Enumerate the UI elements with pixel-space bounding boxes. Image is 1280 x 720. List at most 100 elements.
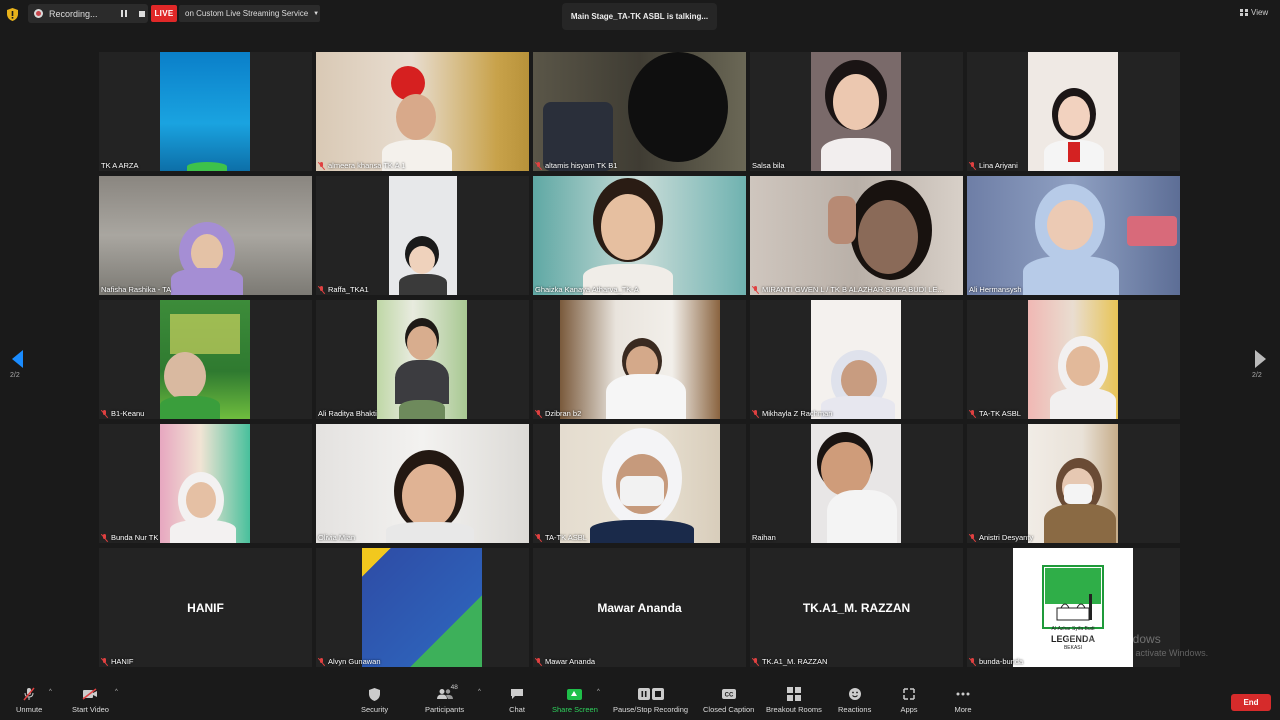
recording-control-label: Pause/Stop Recording — [613, 705, 689, 714]
start-video-button[interactable]: Start Video — [72, 686, 109, 714]
participant-tile[interactable]: Anistri Desyanty — [967, 424, 1180, 543]
participant-tile[interactable]: Raihan — [750, 424, 963, 543]
participant-name: TK A ARZA — [101, 161, 139, 170]
apps-button[interactable]: Apps — [899, 686, 919, 714]
participant-tile[interactable]: Ali Hermansysh — [967, 176, 1180, 295]
pause-icon[interactable] — [121, 10, 127, 17]
participant-tile[interactable]: Mikhayla Z Rachman — [750, 300, 963, 419]
pause-stop-icon — [636, 686, 666, 702]
participant-tile[interactable]: MIRANTI GWEN L / TK B ALAZHAR SYIFA BUDI… — [750, 176, 963, 295]
recording-label: Recording... — [49, 8, 98, 19]
mic-muted-icon — [535, 161, 542, 170]
participant-tile[interactable]: Lina Ariyani — [967, 52, 1180, 171]
participant-video — [389, 176, 457, 295]
participant-video — [1028, 300, 1118, 419]
participants-label: Participants — [425, 705, 465, 714]
chevron-up-icon[interactable]: ^ — [478, 689, 481, 695]
participant-name: Lina Ariyani — [969, 161, 1018, 170]
participant-tile[interactable]: Mawar Ananda Mawar Ananda — [533, 548, 746, 667]
participant-tile[interactable]: Bunda Nur TK — [99, 424, 312, 543]
shield-icon — [365, 686, 385, 702]
chevron-up-icon[interactable]: ^ — [597, 689, 600, 695]
participant-name: HANIF — [101, 657, 134, 666]
participant-name: Alvyn Gunawan — [318, 657, 381, 666]
participant-tile[interactable]: HANIF HANIF — [99, 548, 312, 667]
participant-tile[interactable]: Ali Raditya Bhakti — [316, 300, 529, 419]
pause-stop-recording-button[interactable]: Pause/Stop Recording — [613, 686, 688, 714]
participant-video — [811, 424, 901, 543]
share-screen-button[interactable]: Share Screen — [552, 686, 598, 714]
participant-name: Mawar Ananda — [535, 657, 595, 666]
participant-tile[interactable]: Alvyn Gunawan — [316, 548, 529, 667]
live-badge: LIVE — [151, 5, 177, 22]
participant-tile[interactable]: TA-TK ASBL — [533, 424, 746, 543]
participants-count: 48 — [450, 684, 458, 691]
participant-name: bunda-bunda — [969, 657, 1023, 666]
mic-muted-icon — [101, 409, 108, 418]
participant-tile[interactable]: Dzibran b2 — [533, 300, 746, 419]
closed-caption-button[interactable]: CC Closed Caption — [703, 686, 754, 714]
participant-video — [160, 300, 250, 419]
participant-tile[interactable]: TK A ARZA — [99, 52, 312, 171]
participant-tile[interactable]: almeera khansa TK A 1 — [316, 52, 529, 171]
stop-icon[interactable] — [139, 10, 145, 17]
end-meeting-button[interactable]: End — [1231, 694, 1271, 711]
participants-icon: 48 — [435, 684, 458, 702]
participant-display-name: HANIF — [187, 600, 224, 615]
participant-name: Anistri Desyanty — [969, 533, 1033, 542]
view-button[interactable]: View — [1240, 8, 1268, 17]
participant-name: Dzibran b2 — [535, 409, 581, 418]
chat-icon — [507, 686, 527, 702]
participant-name: Ghaizka Kanaya Atharva_TK-A — [535, 285, 639, 294]
participants-button[interactable]: 48 Participants — [425, 684, 465, 714]
participant-video — [560, 424, 720, 543]
closed-caption-icon: CC — [719, 686, 739, 702]
security-label: Security — [361, 705, 389, 714]
mic-muted-icon — [752, 409, 759, 418]
reactions-button[interactable]: Reactions — [838, 686, 871, 714]
security-button[interactable]: Security — [361, 686, 388, 714]
participant-video — [316, 52, 529, 171]
participant-tile[interactable]: TK.A1_M. RAZZAN TK.A1_M. RAZZAN — [750, 548, 963, 667]
participant-display-name: Mawar Ananda — [597, 600, 682, 615]
mic-muted-icon — [535, 657, 542, 666]
unmute-button[interactable]: Unmute — [16, 686, 42, 714]
participant-video — [377, 300, 467, 419]
mic-muted-icon — [969, 533, 976, 542]
mic-muted-icon — [969, 161, 976, 170]
participant-tile[interactable]: Salsa bila — [750, 52, 963, 171]
chat-button[interactable]: Chat — [507, 686, 527, 714]
participant-video — [362, 548, 482, 667]
recording-icon — [34, 9, 43, 18]
participant-tile[interactable]: TA-TK ASBL — [967, 300, 1180, 419]
closed-caption-label: Closed Caption — [703, 705, 755, 714]
more-icon — [953, 686, 973, 702]
activate-windows-subtitle: Go to Settings to activate Windows. — [1066, 648, 1209, 658]
participant-video — [811, 300, 901, 419]
page-indicator-left: 2/2 — [10, 372, 20, 379]
chevron-up-icon[interactable]: ^ — [49, 689, 52, 695]
participant-tile[interactable]: Nafisha Rashika - TA — [99, 176, 312, 295]
next-page-button[interactable]: 2/2 — [1252, 350, 1272, 390]
start-video-label: Start Video — [72, 705, 109, 714]
mic-muted-icon — [752, 285, 759, 294]
mic-muted-icon — [969, 409, 976, 418]
participant-tile[interactable]: B1-Keanu — [99, 300, 312, 419]
participant-name: Salsa bila — [752, 161, 785, 170]
video-gallery: TK A ARZA almeera khansa TK A 1 altamis … — [99, 52, 1183, 667]
participant-tile[interactable]: Ghaizka Kanaya Atharva_TK-A — [533, 176, 746, 295]
participant-tile[interactable]: altamis hisyam TK B1 — [533, 52, 746, 171]
previous-page-button[interactable]: 2/2 — [10, 350, 30, 390]
stream-dropdown[interactable]: on Custom Live Streaming Service ▼ — [179, 5, 320, 22]
security-shield-icon[interactable] — [7, 8, 18, 21]
participant-name: altamis hisyam TK B1 — [535, 161, 617, 170]
participant-video — [160, 52, 250, 171]
breakout-rooms-button[interactable]: Breakout Rooms — [766, 686, 822, 714]
more-button[interactable]: More — [953, 686, 973, 714]
participant-tile[interactable]: Olivia Mian — [316, 424, 529, 543]
chevron-down-icon: ▼ — [313, 10, 320, 17]
chevron-up-icon[interactable]: ^ — [115, 689, 118, 695]
participant-tile[interactable]: Raffa_TKA1 — [316, 176, 529, 295]
participant-name: Raihan — [752, 533, 776, 542]
svg-text:CC: CC — [724, 693, 733, 699]
